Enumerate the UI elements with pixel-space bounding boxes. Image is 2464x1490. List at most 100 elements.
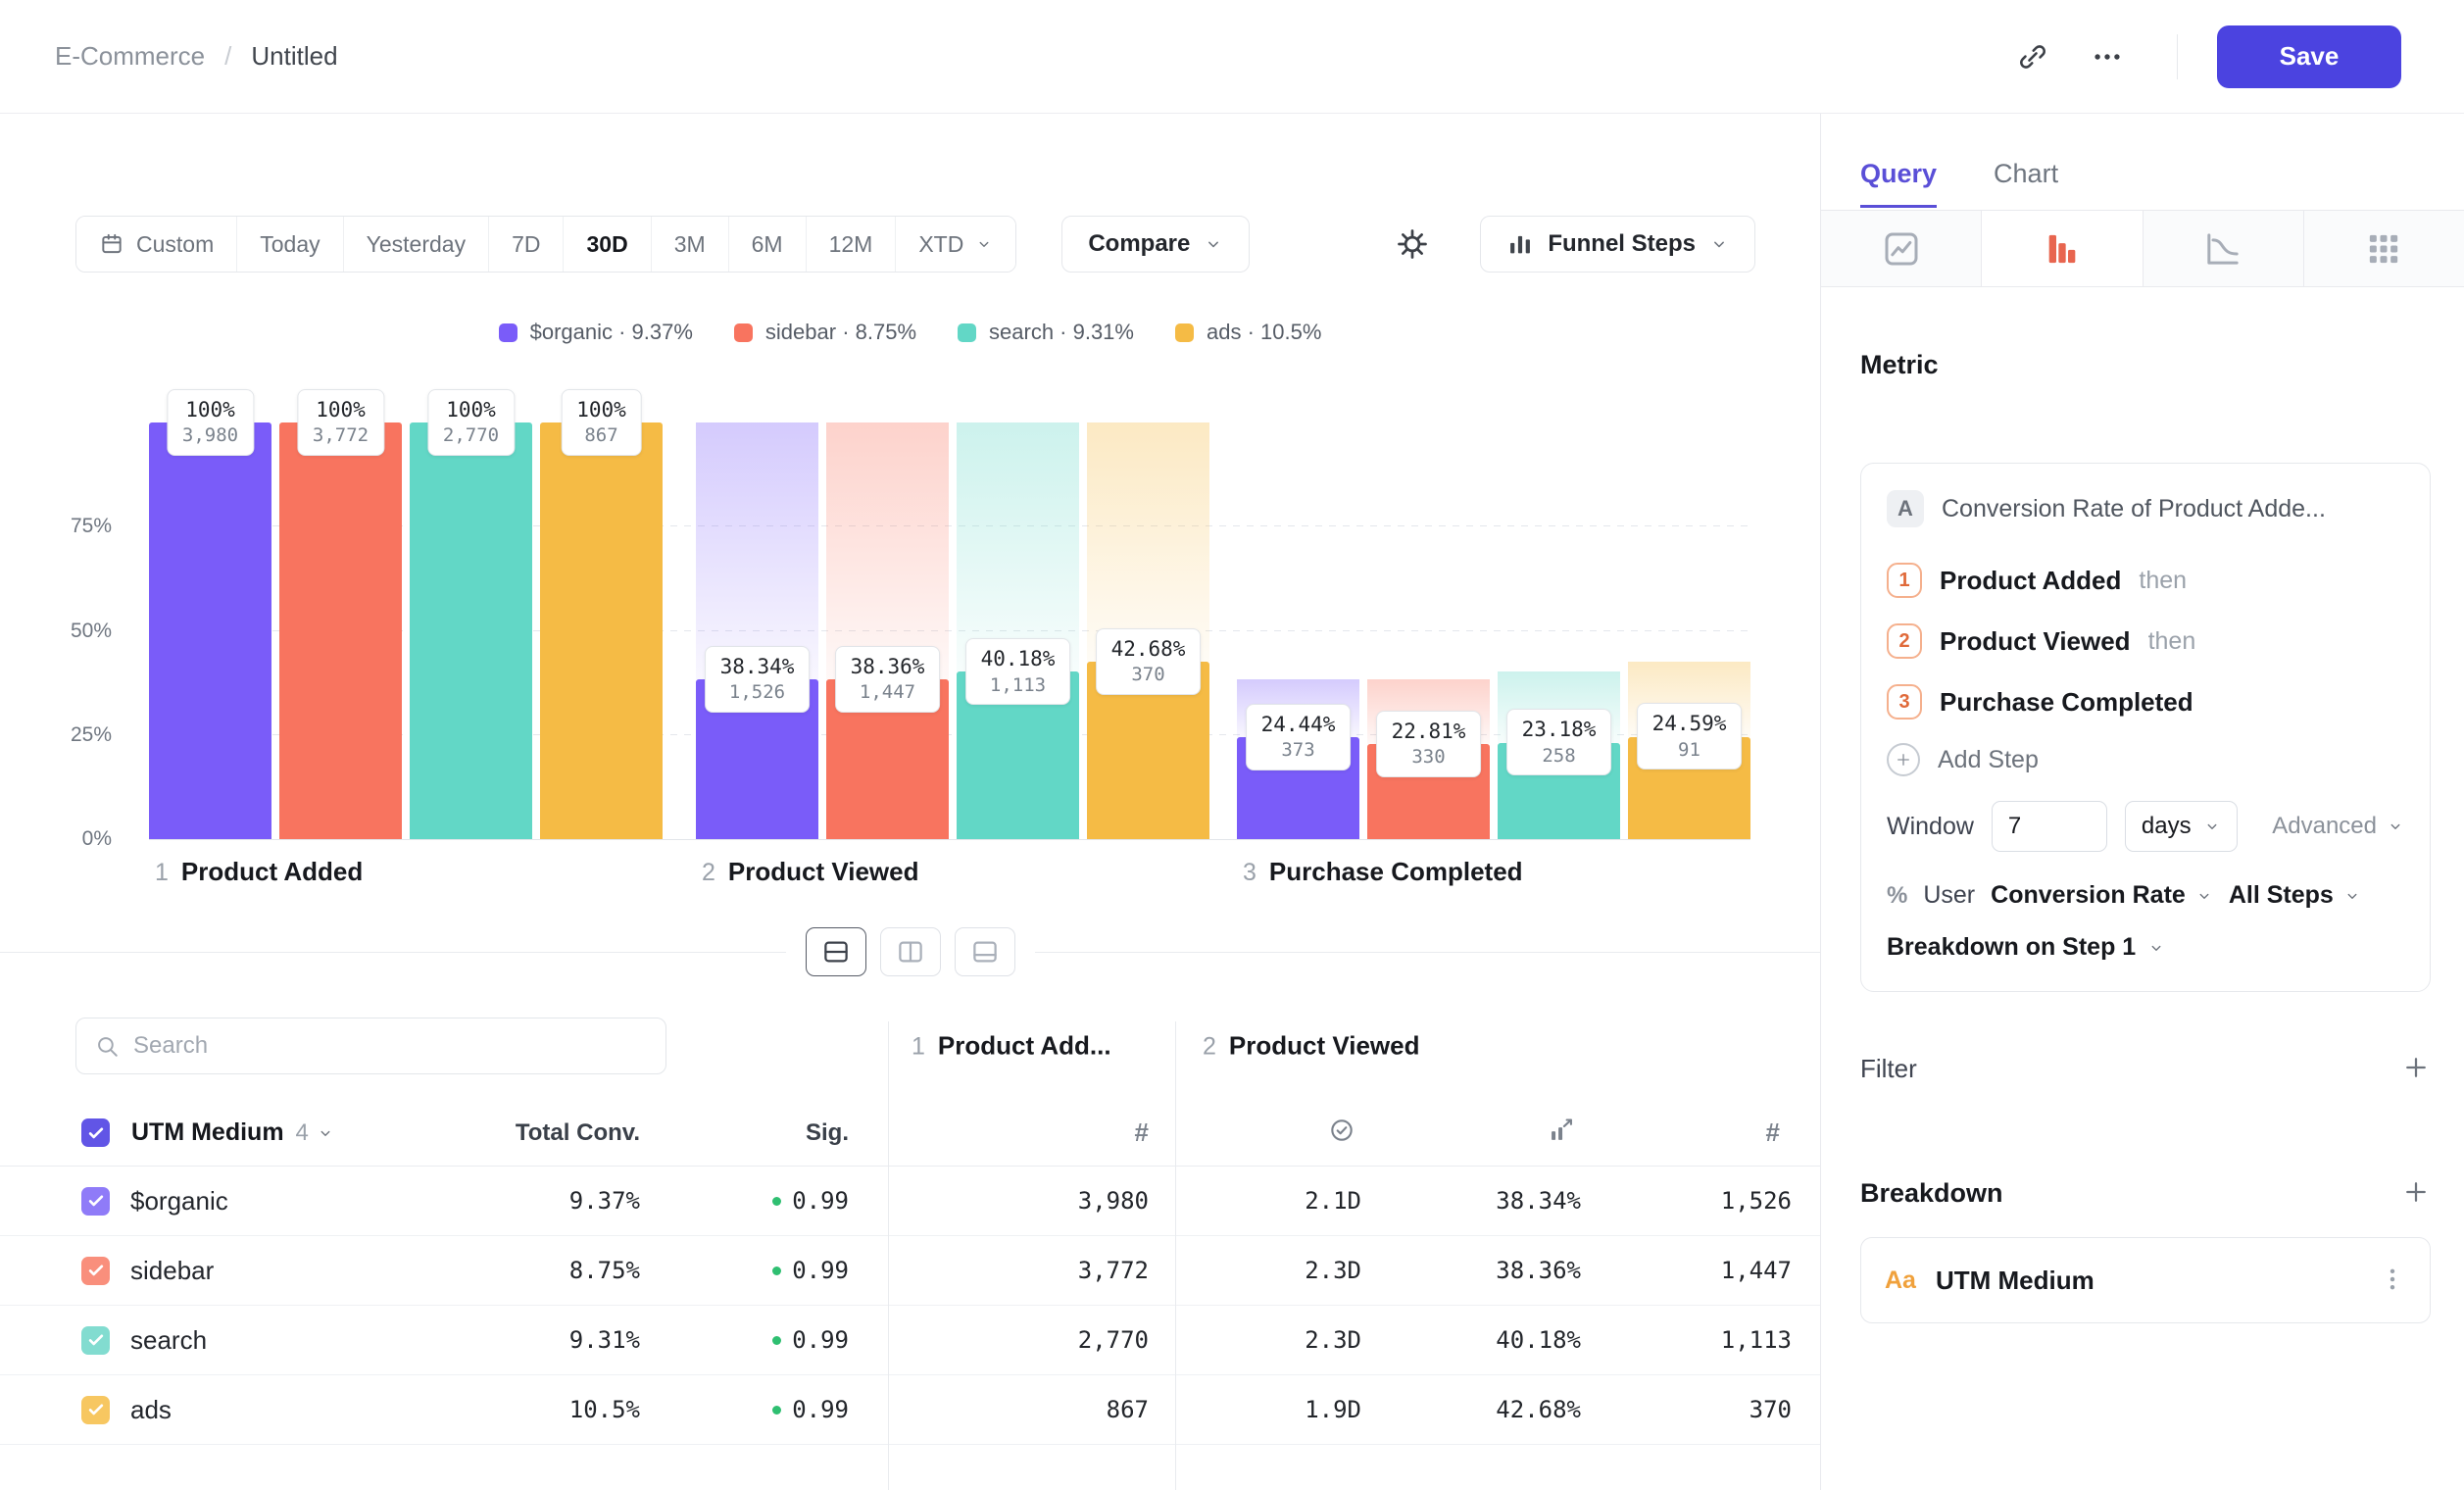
range-yesterday[interactable]: Yesterday [344, 217, 489, 272]
share-link-button[interactable] [2006, 30, 2059, 83]
compare-button[interactable]: Compare [1061, 216, 1250, 273]
funnel-steps-label: Funnel Steps [1548, 230, 1696, 258]
bar-pct: 100% [443, 397, 499, 423]
metric-title: Conversion Rate of Product Adde... [1942, 495, 2404, 523]
view-mode-split-horizontal[interactable] [806, 927, 866, 976]
hash-icon: # [1135, 1118, 1149, 1147]
table-row[interactable]: $organic9.37%0.993,9802.1D38.34%1,526 [0, 1167, 1820, 1236]
legend-item[interactable]: ads · 10.5% [1175, 320, 1321, 345]
row-checkbox[interactable] [81, 1187, 110, 1216]
metric-step-2[interactable]: 2Product Viewedthen [1887, 611, 2404, 671]
legend-item[interactable]: sidebar · 8.75% [734, 320, 916, 345]
breakdown-item[interactable]: Aa UTM Medium [1860, 1237, 2431, 1323]
range-12m[interactable]: 12M [807, 217, 897, 272]
row-checkbox[interactable] [81, 1257, 110, 1285]
total-conv-value: 8.75% [507, 1257, 644, 1284]
legend-item[interactable]: $organic · 9.37% [499, 320, 693, 345]
window-unit-select[interactable]: days [2125, 801, 2238, 852]
avg-time-column-header[interactable] [1175, 1117, 1361, 1149]
metric-card-header[interactable]: A Conversion Rate of Product Adde... [1887, 489, 2404, 528]
table-row[interactable]: sidebar8.75%0.993,7722.3D38.36%1,447 [0, 1236, 1820, 1306]
count2-column-header[interactable]: # [1581, 1118, 1792, 1148]
funnel-bar-dropoff [696, 422, 818, 679]
check-icon [86, 1400, 106, 1419]
step2-count: 1,526 [1581, 1187, 1792, 1215]
table-row[interactable]: search9.31%0.992,7702.3D40.18%1,113 [0, 1306, 1820, 1375]
window-value-input[interactable] [1992, 801, 2107, 852]
more-menu-button[interactable] [2081, 30, 2134, 83]
funnel-bar[interactable] [540, 422, 663, 839]
step-name: Purchase Completed [1269, 857, 1523, 887]
range-30d[interactable]: 30D [564, 217, 651, 272]
select-all-checkbox[interactable] [81, 1118, 110, 1147]
funnel-bar[interactable] [279, 422, 402, 839]
topbar-divider [2177, 34, 2178, 79]
funnel-bar[interactable] [149, 422, 271, 839]
range-custom[interactable]: Custom [76, 217, 237, 272]
scope-label: All Steps [2229, 881, 2334, 910]
range-xtd[interactable]: XTD [896, 217, 1015, 272]
view-mode-table-bottom[interactable] [955, 927, 1015, 976]
gear-icon [1395, 226, 1430, 262]
bar-pct: 42.68% [1111, 636, 1186, 663]
search-icon [94, 1033, 120, 1059]
tab-chart[interactable]: Chart [1994, 159, 2058, 208]
add-breakdown-button[interactable] [2401, 1177, 2431, 1210]
avg-time-value: 2.3D [1175, 1257, 1361, 1284]
bar-count: 3,980 [182, 423, 238, 448]
chevron-down-icon [2147, 939, 2165, 957]
metric-step-3[interactable]: 3Purchase Completed [1887, 671, 2404, 732]
step-index: 2 [702, 859, 715, 887]
count-column-header[interactable]: # [888, 1118, 1175, 1148]
bar-value-label: 24.59%91 [1637, 703, 1743, 770]
funnel-steps-dropdown[interactable]: Funnel Steps [1480, 216, 1755, 273]
search-input[interactable] [133, 1032, 648, 1060]
string-property-icon: Aa [1885, 1266, 1916, 1295]
breakdown-item-menu[interactable] [2379, 1266, 2406, 1296]
range-3m[interactable]: 3M [652, 217, 729, 272]
settings-button[interactable] [1386, 218, 1439, 271]
add-filter-button[interactable] [2401, 1053, 2431, 1085]
tab-query[interactable]: Query [1860, 159, 1937, 208]
chart-type-funnel-chart[interactable] [1982, 211, 2143, 286]
breadcrumb-page[interactable]: Untitled [251, 41, 337, 72]
measure-select[interactable]: Conversion Rate [1991, 881, 2213, 910]
breadcrumb-project[interactable]: E-Commerce [55, 41, 205, 72]
step-name: Product Added [181, 857, 363, 887]
step1-count: 867 [888, 1396, 1175, 1423]
chart-type-grid-chart[interactable] [2304, 211, 2464, 286]
metric-step-1[interactable]: 1Product Addedthen [1887, 550, 2404, 611]
check-icon [86, 1261, 106, 1280]
chart-type-line-chart[interactable] [1821, 211, 1982, 286]
legend-item[interactable]: search · 9.31% [958, 320, 1134, 345]
chart-type-retention-chart[interactable] [2144, 211, 2304, 286]
range-label: XTD [918, 231, 963, 258]
bar-value-label: 100%3,980 [167, 389, 254, 456]
breakdown-column-header[interactable]: UTM Medium 4 [75, 1118, 507, 1147]
bar-pct: 23.18% [1522, 717, 1597, 743]
range-today[interactable]: Today [237, 217, 343, 272]
add-step-button[interactable]: Add Step [1887, 732, 2404, 787]
bar-pct: 100% [576, 397, 626, 423]
steps-scope-select[interactable]: All Steps [2229, 881, 2361, 910]
total-conv-header[interactable]: Total Conv. [507, 1119, 644, 1147]
table-row[interactable]: ads10.5%0.998671.9D42.68%370 [0, 1375, 1820, 1445]
view-mode-split-vertical[interactable] [880, 927, 941, 976]
breakdown-table: 1 Product Add... 2 Product Viewed UTM Me… [0, 994, 1820, 1490]
conversion-column-header[interactable] [1361, 1117, 1581, 1149]
step1-count: 2,770 [888, 1326, 1175, 1354]
search-box[interactable] [75, 1018, 666, 1074]
range-6m[interactable]: 6M [729, 217, 807, 272]
group-name: Product Viewed [1229, 1031, 1420, 1062]
sig-header[interactable]: Sig. [644, 1119, 888, 1147]
row-checkbox[interactable] [81, 1326, 110, 1355]
advanced-toggle[interactable]: Advanced [2272, 813, 2404, 840]
calendar-icon [99, 231, 124, 257]
funnel-bar[interactable] [410, 422, 532, 839]
row-checkbox[interactable] [81, 1396, 110, 1424]
sig-cell-wrap: 0.99 [644, 1396, 888, 1423]
range-7d[interactable]: 7D [489, 217, 564, 272]
sig-value: 0.99 [792, 1396, 849, 1423]
breakdown-on-select[interactable]: Breakdown on Step 1 [1887, 933, 2404, 962]
save-button[interactable]: Save [2217, 25, 2401, 88]
